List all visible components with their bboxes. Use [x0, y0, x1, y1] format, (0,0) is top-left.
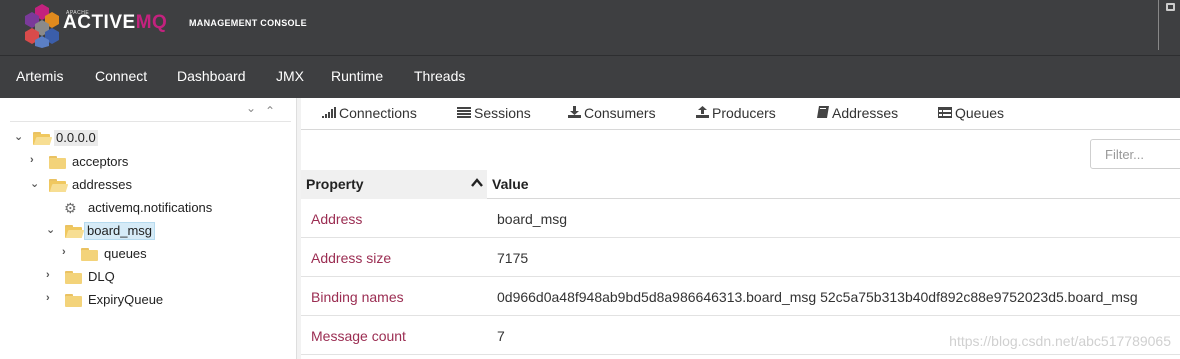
folder-open-icon — [65, 225, 85, 238]
filter-input[interactable]: Filter... — [1090, 139, 1180, 169]
cell-property: Address size — [311, 250, 392, 266]
cell-value: 7175 — [497, 250, 529, 266]
folder-icon — [49, 156, 66, 169]
detail-tabs: Connections Sessions Consumers Producers… — [301, 98, 1180, 130]
cell-property: Address — [311, 211, 363, 227]
tab-label: Producers — [712, 105, 776, 121]
brand-title: ACTIVEMQ — [63, 12, 168, 33]
chevron-right-icon[interactable]: › — [46, 269, 58, 285]
sort-up-icon[interactable] — [471, 176, 483, 190]
column-header-property[interactable]: Property — [301, 170, 487, 199]
chevron-right-icon[interactable]: › — [30, 154, 42, 170]
tree-node-label[interactable]: acceptors — [70, 154, 130, 170]
tab-label: Queues — [955, 105, 1005, 121]
tree-node-label[interactable]: ExpiryQueue — [86, 292, 165, 308]
cell-value: 7 — [497, 328, 505, 344]
cell-value: 0d966d0a48f948ab9bd5d8a986646313.board_m… — [497, 289, 1138, 305]
nav-jmx[interactable]: JMX — [276, 68, 304, 84]
nav-connect[interactable]: Connect — [95, 68, 147, 84]
tree-node-label[interactable]: addresses — [70, 177, 134, 193]
jmx-tree-panel: ⌄ ⌃ ⌄ 0.0.0.0 › acceptors ⌄ addresses ⚙ … — [0, 98, 296, 359]
tree-node-label[interactable]: queues — [102, 246, 149, 262]
chevron-down-icon[interactable]: ⌄ — [30, 177, 42, 193]
tree-node-label[interactable]: board_msg — [84, 222, 156, 240]
chevron-down-icon[interactable]: ⌄ — [246, 101, 256, 115]
tab-consumers[interactable]: Consumers — [568, 105, 656, 121]
tab-queues[interactable]: Queues — [938, 105, 1004, 121]
chevron-right-icon[interactable]: › — [62, 246, 74, 262]
folder-open-icon — [49, 179, 69, 192]
nav-runtime[interactable]: Runtime — [331, 68, 383, 84]
watermark: https://blog.csdn.net/abc517789065 — [949, 333, 1171, 349]
table-header: Property Value — [301, 170, 1180, 199]
tab-label: Connections — [339, 105, 417, 121]
activemq-logo — [25, 4, 59, 48]
gear-icon: ⚙ — [64, 200, 77, 216]
brand-subtitle: MANAGEMENT CONSOLE — [189, 18, 307, 28]
nav-artemis[interactable]: Artemis — [16, 68, 63, 84]
chevron-right-icon[interactable]: › — [46, 292, 58, 308]
cell-value: board_msg — [497, 211, 568, 227]
folder-icon — [65, 271, 82, 284]
tab-addresses[interactable]: Addresses — [817, 105, 898, 121]
tab-producers[interactable]: Producers — [696, 105, 776, 121]
column-header-value[interactable]: Value — [487, 170, 534, 199]
nav-threads[interactable]: Threads — [414, 68, 465, 84]
cell-property: Binding names — [311, 289, 404, 305]
tree-node-label[interactable]: activemq.notifications — [86, 200, 214, 216]
table-row[interactable]: Binding names 0d966d0a48f948ab9bd5d8a986… — [301, 277, 1180, 316]
tab-label: Sessions — [474, 105, 531, 121]
nav-dashboard[interactable]: Dashboard — [177, 68, 246, 84]
tree-node-label[interactable]: DLQ — [86, 269, 117, 285]
book-icon — [817, 106, 829, 121]
chevron-down-icon[interactable]: ⌄ — [46, 223, 58, 239]
table-icon — [938, 107, 952, 121]
tab-connections[interactable]: Connections — [322, 105, 417, 121]
chevron-down-icon[interactable]: ⌄ — [14, 130, 26, 146]
tree-node-label[interactable]: 0.0.0.0 — [54, 130, 98, 146]
chevron-up-icon[interactable]: ⌃ — [265, 104, 275, 118]
table-row[interactable]: Address board_msg — [301, 199, 1180, 238]
tab-sessions[interactable]: Sessions — [457, 105, 531, 121]
download-icon — [568, 106, 581, 121]
list-icon — [457, 107, 471, 121]
signal-icon — [322, 107, 336, 121]
folder-open-icon — [33, 132, 53, 145]
cell-property: Message count — [311, 328, 406, 344]
main-nav: Artemis Connect Dashboard JMX Runtime Th… — [0, 56, 1180, 98]
tab-label: Consumers — [584, 105, 656, 121]
tree-toolbar: ⌄ ⌃ — [10, 98, 291, 122]
tab-label: Addresses — [832, 105, 899, 121]
window-icon[interactable] — [1158, 0, 1180, 50]
folder-icon — [81, 248, 98, 261]
upload-icon — [696, 106, 709, 121]
folder-icon — [65, 294, 82, 307]
table-row[interactable]: Address size 7175 — [301, 238, 1180, 277]
top-header: APACHE ACTIVEMQ MANAGEMENT CONSOLE — [0, 0, 1180, 56]
